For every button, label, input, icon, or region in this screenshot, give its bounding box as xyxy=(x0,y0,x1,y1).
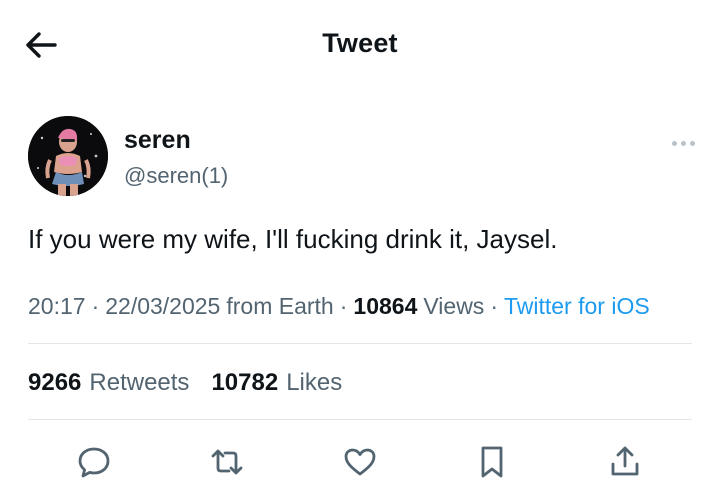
more-dot-icon xyxy=(689,140,695,146)
tweet-stats: 9266 Retweets 10782 Likes xyxy=(28,369,364,397)
retweet-icon xyxy=(211,449,243,475)
retweet-button[interactable] xyxy=(205,440,249,484)
page-title: Tweet xyxy=(322,28,398,58)
user-handle[interactable]: @seren(1) xyxy=(124,163,228,189)
tweet-location: from Earth xyxy=(226,293,334,319)
divider xyxy=(28,419,692,420)
likes-label: Likes xyxy=(286,369,343,396)
tweet-meta: 20:17 · 22/03/2025 from Earth · 10864 Vi… xyxy=(28,293,650,320)
more-options-button[interactable] xyxy=(666,136,700,150)
avatar[interactable] xyxy=(28,116,108,196)
retweets-stat[interactable]: 9266 Retweets xyxy=(28,369,189,397)
bookmark-button[interactable] xyxy=(470,440,514,484)
divider xyxy=(28,343,692,344)
reply-icon xyxy=(78,447,110,478)
meta-separator: · xyxy=(91,293,100,319)
likes-count: 10782 xyxy=(211,369,279,396)
share-button[interactable] xyxy=(603,440,647,484)
display-name[interactable]: seren xyxy=(124,126,191,155)
views-count: 10864 xyxy=(353,293,418,319)
tweet-text: If you were my wife, I'll fucking drink … xyxy=(28,224,558,254)
bookmark-icon xyxy=(481,446,503,478)
like-icon xyxy=(344,448,376,476)
reply-button[interactable] xyxy=(72,440,116,484)
retweets-count: 9266 xyxy=(28,369,82,396)
more-dot-icon xyxy=(671,140,677,146)
meta-separator: · xyxy=(339,293,348,319)
likes-stat[interactable]: 10782 Likes xyxy=(211,369,342,397)
like-button[interactable] xyxy=(338,440,382,484)
retweets-label: Retweets xyxy=(89,369,190,396)
meta-separator: · xyxy=(490,293,498,319)
tweet-date: 22/03/2025 xyxy=(105,293,221,319)
views-label: Views xyxy=(423,293,485,319)
profile-photo xyxy=(28,116,108,196)
tweet-time: 20:17 xyxy=(28,293,86,319)
share-icon xyxy=(611,446,639,476)
tweet-source-link[interactable]: Twitter for iOS xyxy=(504,293,650,320)
more-dot-icon xyxy=(680,140,686,146)
